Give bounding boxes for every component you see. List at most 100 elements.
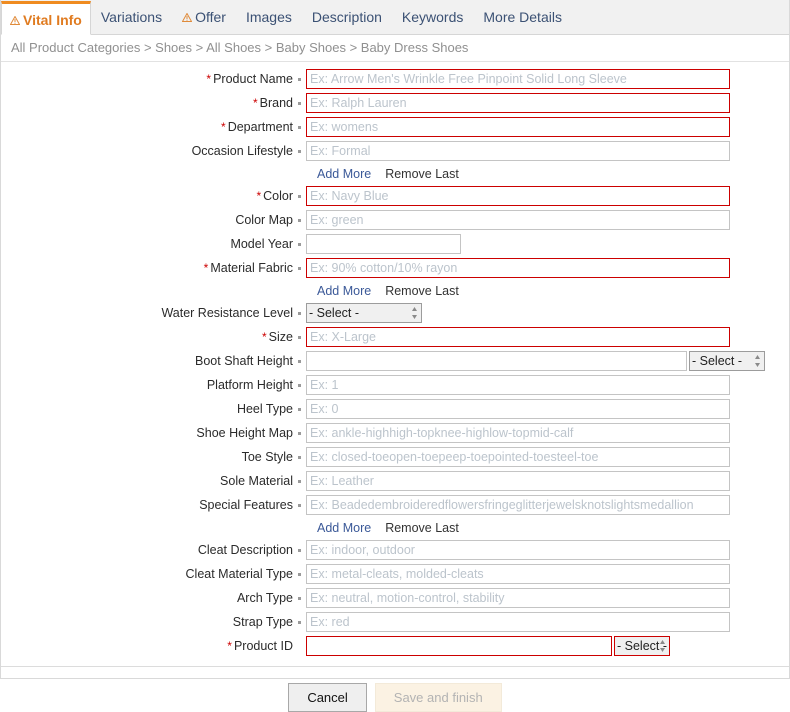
field-control <box>306 588 730 608</box>
input-platform-height[interactable] <box>306 375 730 395</box>
form-row-boot-shaft-height: Boot Shaft Height- Select - <box>1 349 789 373</box>
input-boot-shaft-height[interactable] <box>306 351 687 371</box>
label-separator-dot <box>298 384 301 387</box>
field-control <box>306 93 730 113</box>
required-asterisk: * <box>227 639 232 653</box>
select-dropdown[interactable]: - Select - <box>614 636 670 656</box>
field-label-text: Heel Type <box>237 402 293 416</box>
input-occasion-lifestyle[interactable] <box>306 141 730 161</box>
form-row-color-map: Color Map <box>1 208 789 232</box>
add-more-link[interactable]: Add More <box>317 167 371 181</box>
label-separator-dot <box>298 102 301 105</box>
remove-last-link[interactable]: Remove Last <box>385 284 459 298</box>
tab-label: Images <box>246 0 292 34</box>
field-label-occasion-lifestyle: Occasion Lifestyle <box>1 144 306 158</box>
tab-images[interactable]: Images <box>236 0 302 34</box>
field-label-arch-type: Arch Type <box>1 591 306 605</box>
input-model-year[interactable] <box>306 234 461 254</box>
label-separator-dot <box>298 360 301 363</box>
field-label-department: *Department <box>1 120 306 134</box>
field-control <box>306 327 730 347</box>
input-material-fabric[interactable] <box>306 258 730 278</box>
add-more-link[interactable]: Add More <box>317 521 371 535</box>
field-label-text: Arch Type <box>237 591 293 605</box>
input-toe-style[interactable] <box>306 447 730 467</box>
input-sole-material[interactable] <box>306 471 730 491</box>
field-control: - Select - <box>306 351 765 371</box>
form-row-brand: *Brand <box>1 91 789 115</box>
field-label-sole-material: Sole Material <box>1 474 306 488</box>
required-asterisk: * <box>221 120 226 134</box>
form-row-shoe-height-map: Shoe Height Map <box>1 421 789 445</box>
input-size[interactable] <box>306 327 730 347</box>
field-label-color: *Color <box>1 189 306 203</box>
select-dropdown[interactable]: - Select - <box>689 351 765 371</box>
label-separator-dot <box>298 504 301 507</box>
field-label-heel-type: Heel Type <box>1 402 306 416</box>
label-separator-dot <box>298 312 301 315</box>
remove-last-link[interactable]: Remove Last <box>385 521 459 535</box>
field-label-text: Color <box>263 189 293 203</box>
tab-label: More Details <box>483 0 562 34</box>
input-cleat-material-type[interactable] <box>306 564 730 584</box>
field-label-text: Department <box>228 120 293 134</box>
warning-triangle-icon <box>182 13 192 22</box>
input-color-map[interactable] <box>306 210 730 230</box>
field-label-model-year: Model Year <box>1 237 306 251</box>
input-product-id[interactable] <box>306 636 612 656</box>
form-row-department: *Department <box>1 115 789 139</box>
tab-more-details[interactable]: More Details <box>473 0 572 34</box>
required-asterisk: * <box>204 261 209 275</box>
label-separator-dot <box>298 408 301 411</box>
field-label-toe-style: Toe Style <box>1 450 306 464</box>
label-separator-dot <box>298 219 301 222</box>
input-color[interactable] <box>306 186 730 206</box>
input-department[interactable] <box>306 117 730 137</box>
field-label-color-map: Color Map <box>1 213 306 227</box>
field-control <box>306 258 730 278</box>
input-product-name[interactable] <box>306 69 730 89</box>
tab-vital-info[interactable]: Vital Info <box>1 1 91 35</box>
label-separator-dot <box>298 432 301 435</box>
save-and-finish-button: Save and finish <box>375 683 502 712</box>
form-row-color: *Color <box>1 184 789 208</box>
cancel-button[interactable]: Cancel <box>288 683 366 712</box>
input-cleat-description[interactable] <box>306 540 730 560</box>
field-label-text: Platform Height <box>207 378 293 392</box>
breadcrumb: All Product Categories > Shoes > All Sho… <box>1 35 789 62</box>
field-control <box>306 564 730 584</box>
field-control <box>306 447 730 467</box>
label-separator-dot <box>298 78 301 81</box>
input-special-features[interactable] <box>306 495 730 515</box>
add-more-link[interactable]: Add More <box>317 284 371 298</box>
input-strap-type[interactable] <box>306 612 730 632</box>
field-label-text: Model Year <box>230 237 293 251</box>
field-control <box>306 423 730 443</box>
tab-offer[interactable]: Offer <box>172 0 236 34</box>
tab-label: Keywords <box>402 0 463 34</box>
field-label-brand: *Brand <box>1 96 306 110</box>
tab-variations[interactable]: Variations <box>91 0 172 34</box>
tab-label: Vital Info <box>23 4 82 36</box>
tab-label: Offer <box>195 0 226 34</box>
field-label-text: Special Features <box>199 498 293 512</box>
tab-description[interactable]: Description <box>302 0 392 34</box>
label-separator-dot <box>298 480 301 483</box>
field-label-water-resistance-level: Water Resistance Level <box>1 306 306 320</box>
tab-label: Variations <box>101 0 162 34</box>
label-separator-dot <box>298 456 301 459</box>
input-heel-type[interactable] <box>306 399 730 419</box>
field-label-text: Occasion Lifestyle <box>192 144 293 158</box>
field-label-text: Cleat Description <box>198 543 293 557</box>
remove-last-link[interactable]: Remove Last <box>385 167 459 181</box>
input-shoe-height-map[interactable] <box>306 423 730 443</box>
input-arch-type[interactable] <box>306 588 730 608</box>
tab-keywords[interactable]: Keywords <box>392 0 473 34</box>
select-dropdown[interactable]: - Select - <box>306 303 422 323</box>
row-actions: Add More Remove Last <box>317 280 789 301</box>
field-label-cleat-description: Cleat Description <box>1 543 306 557</box>
required-asterisk: * <box>262 330 267 344</box>
row-actions: Add More Remove Last <box>317 517 789 538</box>
input-brand[interactable] <box>306 93 730 113</box>
form-row-water-resistance-level: Water Resistance Level- Select - <box>1 301 789 325</box>
